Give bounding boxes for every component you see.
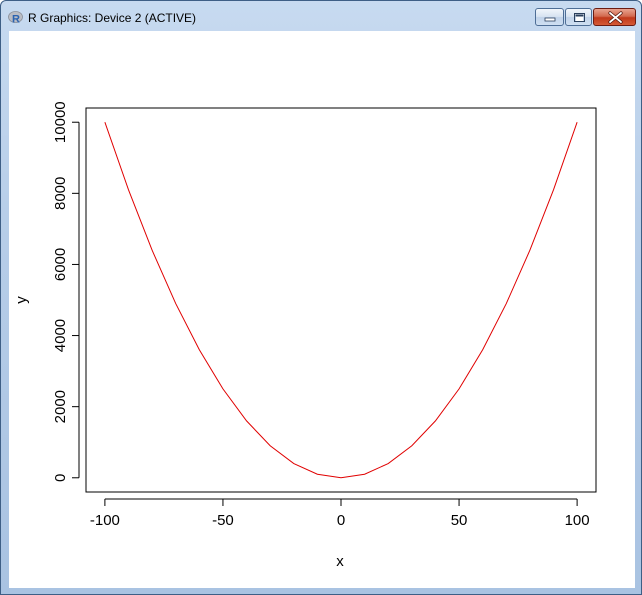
x-tick-label: 50: [451, 512, 468, 529]
maximize-button[interactable]: [565, 8, 592, 26]
minimize-icon: [544, 17, 556, 22]
plot-frame: [85, 107, 597, 493]
y-tick-label: 4000: [52, 319, 69, 352]
x-axis-label: x: [336, 553, 344, 570]
close-icon: [608, 11, 623, 24]
maximize-icon: [574, 13, 585, 22]
x-tick-label: 100: [565, 512, 590, 529]
y-axis: 0 2000 4000 6000 8000 10000: [52, 101, 80, 482]
r-graphics-window: R R Graphics: Device 2 (ACTIVE) -100 -50…: [0, 0, 642, 595]
svg-text:R: R: [12, 14, 20, 26]
y-tick-label: 2000: [52, 390, 69, 423]
x-tick-label: -100: [90, 512, 120, 529]
window-title: R Graphics: Device 2 (ACTIVE): [28, 11, 197, 25]
x-tick-label: -50: [212, 512, 234, 529]
y-tick-label: 6000: [52, 248, 69, 281]
y-tick-label: 10000: [52, 101, 69, 143]
y-axis-label: y: [13, 296, 30, 304]
curve-line: [104, 122, 578, 479]
plot-canvas: -100 -50 0 50 100 0 2000 4000 6000 8000 10000 x y: [13, 101, 597, 570]
minimize-button[interactable]: [535, 8, 564, 26]
x-tick-label: 0: [337, 512, 345, 529]
r-logo-icon: R: [8, 11, 23, 26]
plot-area: -100 -50 0 50 100 0 2000 4000 6000 8000 10000 x y: [9, 31, 635, 588]
title-bar[interactable]: R R Graphics: Device 2 (ACTIVE): [1, 1, 641, 31]
close-button[interactable]: [593, 8, 636, 26]
y-tick-label: 0: [52, 474, 69, 482]
y-tick-label: 8000: [52, 177, 69, 210]
x-axis: -100 -50 0 50 100: [90, 498, 590, 529]
